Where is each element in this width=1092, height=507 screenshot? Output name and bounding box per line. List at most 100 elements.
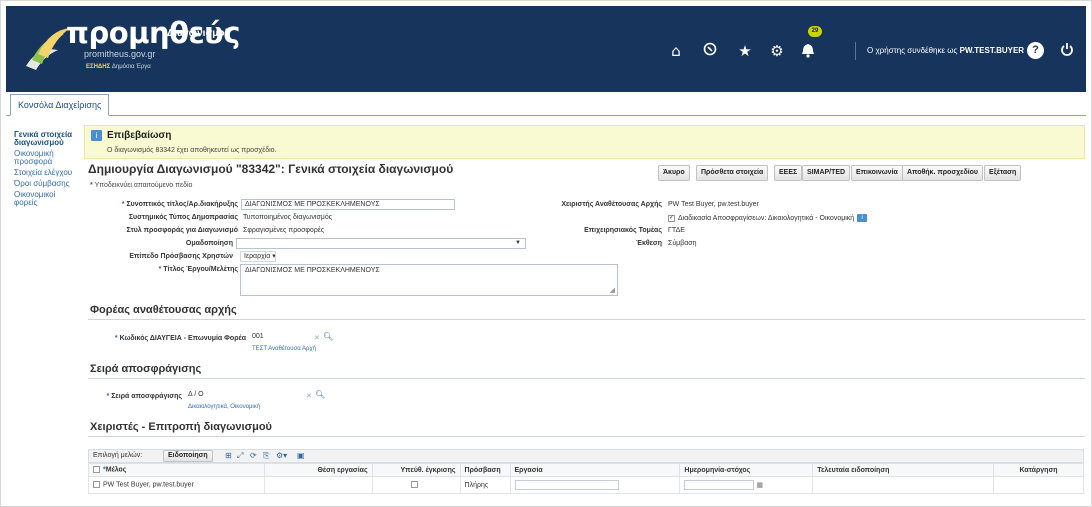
eeez-button[interactable]: ΕΕΕΣ [774,165,803,181]
grouping-select[interactable]: ▼ [236,238,526,249]
approver-cell [371,476,461,494]
calendar-icon[interactable]: ▦ [756,482,763,489]
unsealing-order-link[interactable]: Δικαιολογητικά, Οικονομική [188,404,260,410]
target-date-cell: ▦ [679,476,814,494]
remove-cell [993,476,1084,494]
column-position: Θέση εργασίας [263,463,373,477]
column-member: *Μέλος [88,463,265,477]
access-level-select[interactable]: Ιεραρχία ▾ [240,251,276,262]
checked-checkbox-icon[interactable]: ✓ [668,214,675,222]
sidenav-item-general[interactable]: Γενικά στοιχεία διαγωνισμού [14,131,78,147]
offer-style-value: Σφραγισμένες προσφορές [243,227,325,234]
row-checkbox[interactable] [93,481,100,489]
authority-code-field[interactable]: 001 [249,332,321,343]
title-label: * Συνοπτικός τίτλος/Αρ.διακήρυξης [121,201,238,208]
column-task: Εργασία [509,463,681,477]
simap-ted-button[interactable]: SIMAP/TED [802,165,851,181]
committee-table: *Μέλος Θέση εργασίας Υπεύθ. έγκρισης Πρό… [88,463,1084,494]
search-icon[interactable]: 🔍︎ [323,332,333,341]
clear-icon[interactable]: ✕ [314,334,320,342]
column-target-date: Ημερομηνία-στόχος [679,463,814,477]
report-label: Έκθεση [636,240,662,247]
section-divider [88,436,1085,437]
settings-icon[interactable]: ⚙▾ [276,451,287,460]
app-header: προμηθεύς Διαγωνισμοί promitheus.gov.gr … [6,6,1086,92]
last-notification-cell [812,476,995,494]
unsealing-section-title: Σειρά αποσφράγισης [90,363,202,375]
logo-esidis: ΕΣΗΔΗΣ Δημόσια Έργα [86,64,151,70]
add-rows-icon[interactable]: ⊞ [225,451,232,460]
contact-button[interactable]: Επικοινωνία [851,165,903,181]
side-navigation: Γενικά στοιχεία διαγωνισμού Οικονομική π… [14,131,78,210]
logged-in-user: Ο χρήστης συνδέθηκε ως PW.TEST.BUYER [867,46,1025,55]
sector-label: Επιχειρησιακός Τομέας [584,227,662,234]
committee-toolbar: Επιλογή μελών: Ειδοποίηση ⊞ ⤢ ⟳ ⎘ ⚙▾ ▣ [88,449,1084,463]
home-icon[interactable]: ⌂ [667,42,685,60]
table-header-row: *Μέλος Θέση εργασίας Υπεύθ. έγκρισης Πρό… [88,463,1084,477]
export-icon[interactable]: ⎘ [263,451,269,461]
select-members-label: Επιλογή μελών: [93,452,143,459]
offer-style-label: Στυλ προσφοράς για Διαγωνισμό [126,227,238,234]
authority-code-label: * Κωδικός ΔΙΑΥΓΕΙΑ - Επωνυμία Φορέα [114,335,246,342]
resize-handle-icon[interactable]: ◢ [610,286,615,294]
notifications-badge: 29 [808,26,822,37]
info-icon: i [91,130,102,141]
committee-section-title: Χειριστές - Επιτροπή διαγωνισμού [90,421,272,433]
sidenav-item-control[interactable]: Στοιχεία ελέγχου [14,169,78,177]
save-draft-button[interactable]: Αποθήκ. προσχεδίου [902,165,983,181]
authority-section-title: Φορέας αναθέτουσας αρχής [90,304,237,316]
manager-value: PW Test Buyer, pw.test.buyer [668,201,759,208]
clear-icon[interactable]: ✕ [306,392,312,400]
work-title-textarea[interactable]: ΔΙΑΓΩΝΙΣΜΟΣ ΜΕ ΠΡΟΣΚΕΚΛΗΜΕΝΟΥΣ ◢ [240,264,618,296]
expand-icon[interactable]: ⤢ [237,451,243,461]
manager-label: Χειριστής Αναθέτουσας Αρχής [561,201,662,208]
task-input[interactable] [514,480,619,490]
approver-checkbox[interactable] [411,481,419,489]
grouping-label: Ομαδοποίηση [185,240,233,247]
sector-value: ΓΤΔΕ [668,227,685,234]
help-icon[interactable]: ? [1027,42,1044,59]
confirmation-title: Επιβεβαίωση [107,130,172,141]
required-note: * Υποδεικνύει απαιτούμενο πεδίο [90,182,193,189]
select-all-checkbox[interactable] [93,466,100,474]
review-button[interactable]: Εξέταση [984,165,1022,181]
tab-admin-console[interactable]: Κονσόλα Διαχείρισης [10,94,110,116]
target-date-input[interactable] [684,480,755,490]
table-row: PW Test Buyer, pw.test.buyer Πλήρης ▦ [88,476,1084,494]
access-level-label: Επίπεδο Πρόσβασης Χρηστών [129,253,233,260]
detach-icon[interactable]: ▣ [297,451,305,460]
details-icon[interactable]: i [857,214,868,222]
sidenav-item-economic-operators[interactable]: Οικονομικοί φορείς [14,191,78,207]
unsealing-order-field[interactable]: Δ / Ο [185,390,305,401]
authority-name-link[interactable]: ΤΕΣΤ Αναθέτουσα Αρχή [252,346,316,352]
work-title-label: * Τίτλος Έργου/Μελέτης [158,266,238,273]
unsealing-process: ✓ Διαδικασία Αποσφραγίσεων: Δικαιολογητικ… [668,214,868,222]
search-icon[interactable]: 🔍︎ [315,390,325,399]
gear-icon[interactable]: ⚙ [768,42,786,60]
bell-icon[interactable] [731,42,749,60]
notify-button[interactable]: Ειδοποίηση [163,450,213,462]
section-divider [88,378,1085,379]
sidenav-item-financial-offer[interactable]: Οικονομική προσφορά [14,150,78,166]
section-divider [88,319,1085,320]
logo-subtitle: Διαγωνισμοί [167,28,228,39]
power-icon[interactable] [1058,42,1076,60]
system-type-value: Τυποποιημένος διαγωνισμός [243,214,333,221]
cancel-button[interactable]: Άκυρο [658,165,690,181]
member-cell: PW Test Buyer, pw.test.buyer [88,476,265,494]
logo-url: promitheus.gov.gr [84,49,156,59]
clock-icon[interactable] [701,42,719,60]
tab-bar: Κονσόλα Διαχείρισης [6,92,1086,116]
column-remove: Κατάργηση [993,463,1084,477]
task-cell [509,476,681,494]
confirmation-message: Ο διαγωνισμός 83342 έχει αποθηκευτεί ως … [107,147,277,154]
refresh-icon[interactable]: ⟳ [250,451,257,460]
extra-details-button[interactable]: Πρόσθετα στοιχεία [696,165,769,181]
position-cell [263,476,373,494]
access-cell: Πλήρης [459,476,511,494]
sidenav-item-contract-terms[interactable]: Όροι σύμβασης [14,180,78,188]
bell-icon[interactable] [799,42,817,60]
title-field[interactable]: ΔΙΑΓΩΝΙΣΜΟΣ ΜΕ ΠΡΟΣΚΕΚΛΗΜΕΝΟΥΣ [241,199,455,210]
unsealing-order-label: * Σειρά αποσφράγισης [106,393,182,400]
page-title: Δημιουργία Διαγωνισμού "83342": Γενικά σ… [88,162,454,176]
